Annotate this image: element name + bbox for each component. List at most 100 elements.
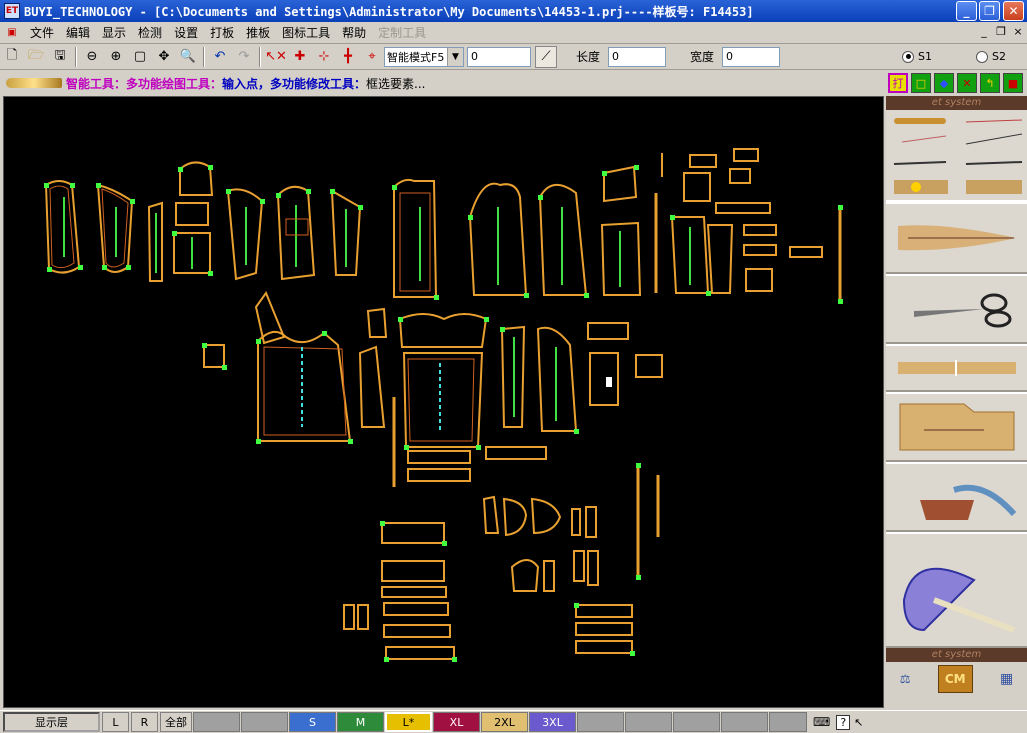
- pattern-piece[interactable]: [96, 183, 134, 273]
- pattern-piece[interactable]: [393, 178, 438, 298]
- scissors-tool-card[interactable]: [886, 274, 1027, 344]
- save-icon[interactable]: 🖫: [49, 46, 71, 68]
- size-slot-empty[interactable]: [769, 712, 807, 732]
- drawing-tools-icons[interactable]: [886, 110, 1027, 202]
- radio-s2[interactable]: S2: [976, 50, 1006, 63]
- pattern-piece[interactable]: [538, 184, 588, 296]
- grade-tool-tab-icon[interactable]: ↰: [980, 73, 1000, 93]
- cross-point-icon[interactable]: ╋: [337, 46, 359, 68]
- piece-tool-card[interactable]: [886, 392, 1027, 462]
- fit-window-icon[interactable]: ▢: [129, 46, 151, 68]
- pan-icon[interactable]: ✥: [153, 46, 175, 68]
- delete-point-icon[interactable]: ↖✕: [265, 46, 287, 68]
- radio-s2-dot[interactable]: [976, 50, 989, 63]
- size-slot-empty[interactable]: [673, 712, 720, 732]
- chevron-down-icon[interactable]: ▼: [447, 47, 463, 66]
- wash-tool-card[interactable]: [886, 462, 1027, 532]
- size-3xl[interactable]: 3XL: [529, 712, 576, 732]
- mdi-minimize-button[interactable]: _: [977, 25, 991, 39]
- width-field[interactable]: 0: [722, 46, 781, 67]
- menu-check[interactable]: 检测: [132, 24, 168, 41]
- pattern-piece[interactable]: [482, 465, 660, 592]
- mode-select-value: 智能模式F5: [387, 50, 445, 64]
- pattern-pieces-drawing: [44, 148, 843, 662]
- piece-tool-tab-icon[interactable]: □: [911, 73, 931, 93]
- pattern-piece[interactable]: [276, 185, 316, 281]
- new-file-icon[interactable]: 🗋: [1, 46, 23, 68]
- zoom-in-icon[interactable]: ⊕: [105, 46, 127, 68]
- menu-edit[interactable]: 编辑: [60, 24, 96, 41]
- curve-ruler-card[interactable]: [886, 532, 1027, 648]
- stop-tool-tab-icon[interactable]: ■: [1003, 73, 1023, 93]
- pointer-icon[interactable]: ↖: [854, 716, 863, 729]
- pattern-tool-tab-icon[interactable]: 打: [888, 73, 908, 93]
- pattern-piece[interactable]: [670, 148, 771, 294]
- zoom-out-icon[interactable]: ⊖: [81, 46, 103, 68]
- point-tool-icon[interactable]: ⊹: [313, 46, 335, 68]
- close-button[interactable]: ✕: [1003, 1, 1024, 21]
- menu-file[interactable]: 文件: [24, 24, 60, 41]
- pattern-piece[interactable]: [330, 189, 362, 276]
- size-m[interactable]: M: [337, 712, 384, 732]
- mdi-close-button[interactable]: ×: [1011, 25, 1025, 39]
- mdi-restore-button[interactable]: ❐: [994, 25, 1008, 39]
- menu-view[interactable]: 显示: [96, 24, 132, 41]
- pattern-piece[interactable]: [343, 522, 633, 660]
- help-icon[interactable]: ?: [836, 714, 851, 730]
- value-field[interactable]: 0: [467, 46, 531, 67]
- menu-settings[interactable]: 设置: [168, 24, 204, 41]
- select-point-icon[interactable]: ⌖: [361, 46, 383, 68]
- size-slot-empty[interactable]: [241, 712, 288, 732]
- point-tool-tab-icon[interactable]: ◆: [934, 73, 954, 93]
- cut-tool-tab-icon[interactable]: ✕: [957, 73, 977, 93]
- redo-icon[interactable]: ↷: [233, 46, 255, 68]
- size-slot-empty[interactable]: [721, 712, 768, 732]
- size-2xl[interactable]: 2XL: [481, 712, 528, 732]
- length-field[interactable]: 0: [608, 46, 667, 67]
- drawing-canvas[interactable]: [3, 96, 884, 708]
- line-tool-icon[interactable]: ⟋: [535, 45, 557, 68]
- zoom-area-icon[interactable]: 🔍: [177, 46, 199, 68]
- size-slot-empty[interactable]: [625, 712, 672, 732]
- pattern-piece[interactable]: [147, 201, 163, 282]
- knife-tool-card[interactable]: [886, 202, 1027, 274]
- pattern-piece[interactable]: [600, 165, 642, 296]
- size-slot-empty[interactable]: [193, 712, 240, 732]
- size-xl[interactable]: XL: [433, 712, 480, 732]
- right-button[interactable]: R: [131, 712, 158, 732]
- tool-panel-tabs: 打 □ ◆ ✕ ↰ ■: [886, 70, 1027, 96]
- open-folder-icon[interactable]: 🗁: [25, 46, 47, 68]
- all-sizes-button[interactable]: 全部: [160, 712, 192, 732]
- radio-s1-dot[interactable]: [902, 50, 915, 63]
- add-point-icon[interactable]: ✚: [289, 46, 311, 68]
- pattern-piece[interactable]: [587, 322, 663, 406]
- menu-grading[interactable]: 推板: [240, 24, 276, 41]
- pattern-piece[interactable]: [468, 182, 528, 296]
- scale-icon[interactable]: ⚖: [900, 672, 911, 686]
- notch-tool-card[interactable]: [886, 344, 1027, 392]
- display-layer-button[interactable]: 显示层: [3, 712, 100, 732]
- pattern-piece[interactable]: [358, 307, 396, 487]
- calculator-icon[interactable]: ▦: [1000, 671, 1013, 687]
- keyboard-icon[interactable]: ⌨: [813, 715, 830, 729]
- radio-s1[interactable]: S1: [902, 50, 932, 63]
- minimize-button[interactable]: _: [956, 1, 977, 21]
- left-button[interactable]: L: [102, 712, 129, 732]
- menu-custom-tools[interactable]: 定制工具: [372, 24, 432, 41]
- undo-icon[interactable]: ↶: [209, 46, 231, 68]
- size-s[interactable]: S: [289, 712, 336, 732]
- menu-pattern[interactable]: 打板: [204, 24, 240, 41]
- pattern-piece[interactable]: [226, 188, 264, 281]
- pattern-piece[interactable]: [44, 180, 81, 274]
- pattern-piece[interactable]: [500, 325, 578, 432]
- menu-icon-tools[interactable]: 图标工具: [276, 24, 336, 41]
- menu-app-icon[interactable]: ▣: [1, 22, 23, 44]
- size-l-base[interactable]: L*: [385, 712, 432, 732]
- maximize-button[interactable]: ❐: [979, 1, 1000, 21]
- pattern-piece[interactable]: [173, 161, 214, 274]
- menu-help[interactable]: 帮助: [336, 24, 372, 41]
- cm-unit-button[interactable]: CM: [937, 665, 973, 693]
- app-icon[interactable]: ET: [4, 3, 20, 19]
- mode-select[interactable]: 智能模式F5 ▼: [384, 46, 464, 67]
- size-slot-empty[interactable]: [577, 712, 624, 732]
